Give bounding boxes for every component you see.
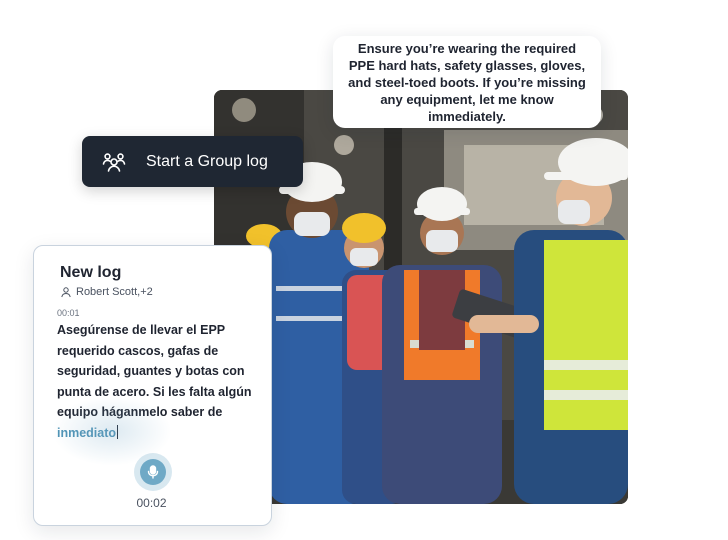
transcript-main: Asegúrense de llevar el EPP requerido ca… xyxy=(57,323,252,419)
participants-label: Robert Scott,+2 xyxy=(76,286,153,298)
transcript-timestamp: 00:01 xyxy=(57,308,80,318)
microphone-button[interactable] xyxy=(134,453,172,491)
new-log-card: New log Robert Scott,+2 00:01 Asegúrense… xyxy=(33,245,272,526)
user-icon xyxy=(60,286,72,298)
start-group-log-button[interactable]: Start a Group log xyxy=(82,136,303,187)
recording-timer: 00:02 xyxy=(136,496,167,510)
microphone-icon xyxy=(147,465,159,479)
start-group-log-label: Start a Group log xyxy=(146,152,268,170)
participants[interactable]: Robert Scott,+2 xyxy=(60,286,153,298)
text-cursor xyxy=(117,424,119,439)
group-icon xyxy=(102,150,126,174)
transcript-text: Asegúrense de llevar el EPP requerido ca… xyxy=(57,320,257,443)
log-title: New log xyxy=(60,264,122,281)
transcript-live-word: inmediato xyxy=(57,425,117,440)
instruction-speech-bubble: Ensure you’re wearing the required PPE h… xyxy=(333,36,601,128)
instruction-text: Ensure you’re wearing the required PPE h… xyxy=(348,40,586,124)
